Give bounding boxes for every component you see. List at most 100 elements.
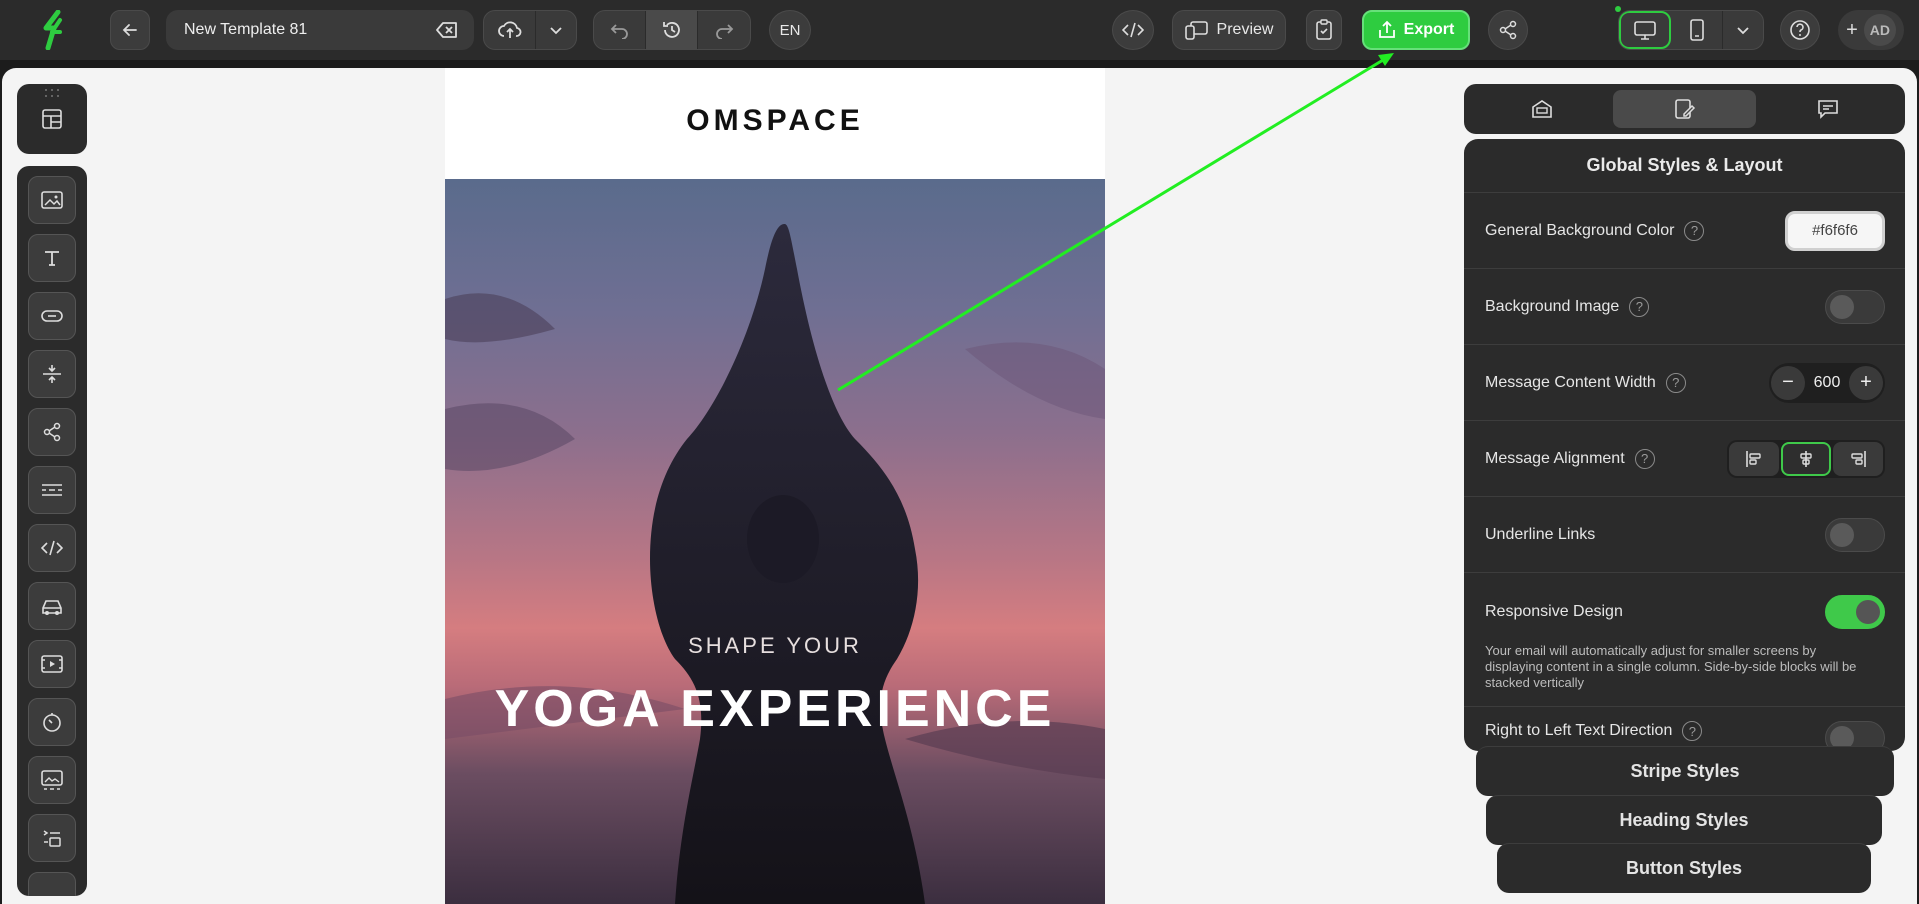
history-group [593, 10, 751, 50]
content-width-stepper: − 600 + [1769, 362, 1885, 403]
help-button[interactable] [1780, 10, 1820, 50]
share-icon [43, 422, 61, 442]
text-icon [45, 251, 59, 266]
spacer-block-tool[interactable] [28, 350, 76, 398]
clipboard-button[interactable] [1306, 10, 1342, 50]
hero-image[interactable]: SHAPE YOUR YOGA EXPERIENCE [445, 179, 1105, 904]
undo-icon [610, 24, 628, 39]
divider-icon [42, 484, 62, 496]
responsive-design-row: Responsive Design Your email will automa… [1464, 573, 1905, 707]
layout-tool[interactable] [17, 84, 87, 154]
panel-title: Global Styles & Layout [1464, 139, 1905, 193]
preview-button[interactable]: Preview [1172, 10, 1286, 50]
tab-content[interactable] [1470, 90, 1613, 128]
share-icon [1499, 20, 1517, 40]
heading-styles-label: Heading Styles [1619, 810, 1749, 830]
help-icon [1790, 20, 1810, 40]
device-options-button[interactable] [1723, 11, 1763, 49]
bg-image-toggle[interactable] [1825, 289, 1885, 324]
share-button[interactable] [1488, 10, 1528, 50]
template-name-field[interactable]: New Template 81 [166, 10, 474, 50]
mobile-view-button[interactable] [1671, 11, 1723, 49]
clear-icon[interactable] [436, 21, 458, 39]
text-block-tool[interactable] [28, 234, 76, 282]
stripe-styles-label: Stripe Styles [1630, 761, 1740, 781]
underline-links-row: Underline Links [1464, 497, 1905, 573]
button-styles-label: Button Styles [1625, 858, 1742, 878]
yoga-silhouette [445, 223, 1105, 904]
preview-label: Preview [1216, 21, 1274, 38]
help-icon[interactable]: ? [1682, 721, 1703, 741]
back-button[interactable] [110, 10, 150, 50]
align-center-button[interactable] [1781, 441, 1831, 476]
product-block-tool[interactable] [28, 582, 76, 630]
help-icon[interactable]: ? [1629, 296, 1650, 317]
align-center-icon [1800, 450, 1812, 467]
layout-icon [42, 109, 62, 129]
bg-color-input[interactable]: #f6f6f6 [1785, 210, 1885, 251]
underline-links-label: Underline Links [1485, 525, 1596, 543]
cloud-save-button[interactable] [484, 11, 536, 49]
button-styles-button[interactable]: Button Styles [1497, 843, 1871, 893]
timer-icon [43, 713, 61, 732]
content-width-row: Message Content Width? − 600 + [1464, 345, 1905, 421]
rtl-row: Right to Left Text Direction? [1464, 707, 1905, 751]
styles-icon [1674, 99, 1695, 119]
settings-tabs [1464, 84, 1905, 134]
language-button[interactable]: EN [769, 10, 811, 50]
more-block-tool[interactable] [28, 872, 76, 896]
help-icon[interactable]: ? [1684, 220, 1705, 241]
divider-block-tool[interactable] [28, 466, 76, 514]
mail-icon [1531, 100, 1552, 118]
chevron-down-icon [550, 27, 562, 35]
language-label: EN [779, 21, 801, 39]
global-styles-panel: Global Styles & Layout General Backgroun… [1464, 139, 1905, 751]
menu-block-tool[interactable] [28, 814, 76, 862]
cloud-upload-icon [497, 21, 521, 38]
tab-styles[interactable] [1613, 90, 1756, 128]
html-block-tool[interactable] [28, 524, 76, 572]
avatar: AD [1863, 14, 1896, 46]
social-block-tool[interactable] [28, 408, 76, 456]
code-view-button[interactable] [1112, 10, 1154, 50]
drag-handle-icon[interactable] [43, 88, 61, 98]
heading-styles-button[interactable]: Heading Styles [1486, 795, 1882, 845]
help-icon[interactable]: ? [1665, 372, 1686, 393]
app-logo[interactable] [38, 9, 70, 51]
underline-links-toggle[interactable] [1825, 517, 1885, 552]
video-block-tool[interactable] [28, 640, 76, 688]
account-button[interactable]: + AD [1838, 10, 1904, 50]
export-button[interactable]: Export [1362, 10, 1470, 50]
alignment-options [1727, 439, 1885, 478]
content-width-value[interactable]: 600 [1805, 374, 1849, 392]
status-dot [1615, 6, 1621, 12]
undo-button[interactable] [594, 11, 646, 49]
save-options-button[interactable] [536, 11, 576, 49]
arrow-left-icon [122, 24, 137, 36]
redo-button[interactable] [698, 11, 750, 49]
responsive-design-label: Responsive Design [1485, 603, 1623, 620]
image-icon [41, 191, 63, 209]
decrease-width-button[interactable]: − [1771, 365, 1805, 400]
menu-list-icon [43, 830, 61, 847]
align-left-button[interactable] [1729, 441, 1779, 476]
image-block-tool[interactable] [28, 176, 76, 224]
increase-width-button[interactable]: + [1849, 365, 1883, 400]
align-right-icon [1851, 450, 1866, 467]
align-right-button[interactable] [1833, 441, 1883, 476]
hero-subtitle: SHAPE YOUR [688, 633, 862, 658]
bg-image-row: Background Image? [1464, 269, 1905, 345]
history-button[interactable] [646, 11, 698, 49]
desktop-view-button[interactable] [1619, 11, 1671, 49]
alignment-label: Message Alignment [1485, 449, 1625, 467]
content-width-label: Message Content Width [1485, 373, 1656, 391]
tab-comments[interactable] [1756, 90, 1899, 128]
save-group [483, 10, 577, 50]
stripe-styles-button[interactable]: Stripe Styles [1476, 746, 1894, 796]
timer-block-tool[interactable] [28, 698, 76, 746]
responsive-design-toggle[interactable] [1825, 595, 1885, 629]
help-icon[interactable]: ? [1634, 448, 1655, 469]
email-preview[interactable]: OMSPACE SHAPE YOUR YOGA EXPERIENCE [445, 68, 1105, 904]
button-block-tool[interactable] [28, 292, 76, 340]
banner-block-tool[interactable] [28, 756, 76, 804]
